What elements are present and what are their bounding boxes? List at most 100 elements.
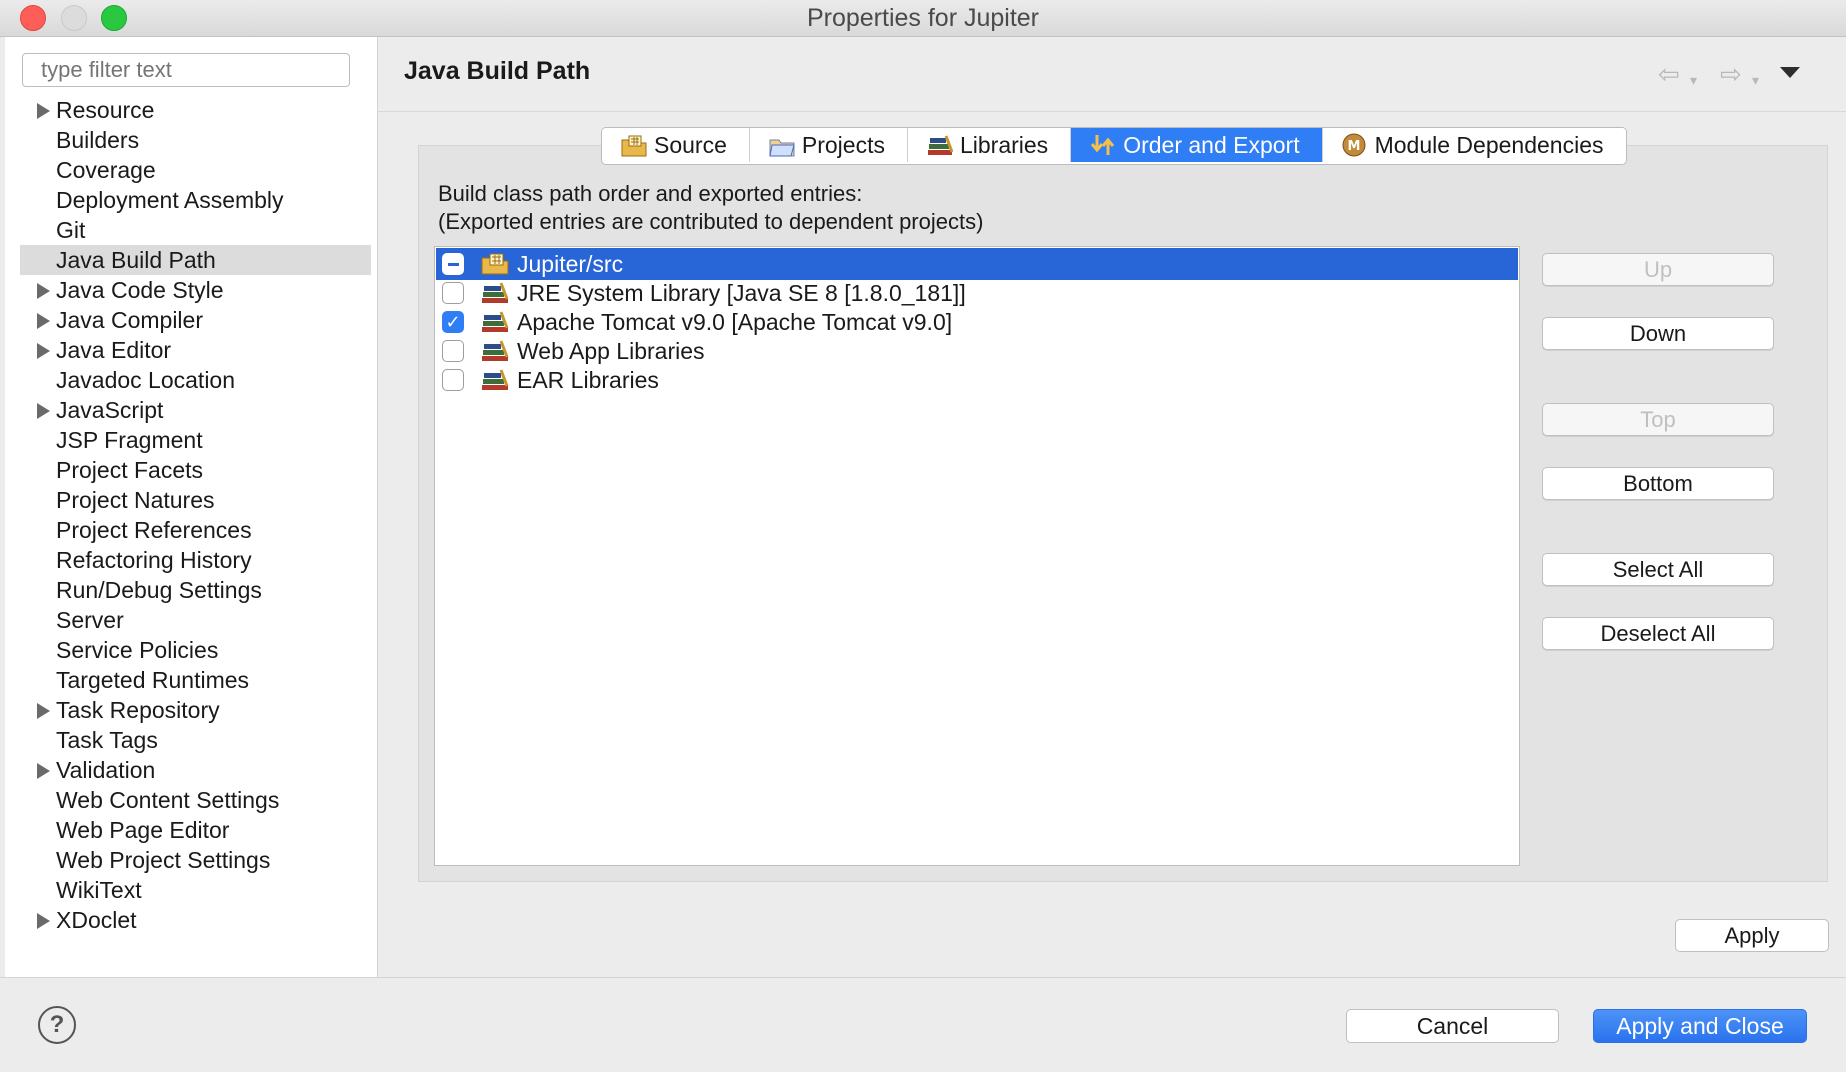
tree-item-task-tags[interactable]: Task Tags xyxy=(5,725,377,755)
tree-item-java-compiler[interactable]: Java Compiler xyxy=(5,305,377,335)
tree-item-builders[interactable]: Builders xyxy=(5,125,377,155)
tree-item-label: Project Natures xyxy=(56,487,215,513)
tree-item-label: Validation xyxy=(56,757,156,783)
tree-item-xdoclet[interactable]: XDoclet xyxy=(5,905,377,935)
list-item-apache-tomcat[interactable]: ✓ Apache Tomcat v9.0 [Apache Tomcat v9.0… xyxy=(436,306,1518,338)
export-checkbox[interactable] xyxy=(442,282,464,304)
tree-item-java-code-style[interactable]: Java Code Style xyxy=(5,275,377,305)
help-icon[interactable]: ? xyxy=(38,1006,76,1044)
tree-item-targeted-runtimes[interactable]: Targeted Runtimes xyxy=(5,665,377,695)
list-item-label: Jupiter/src xyxy=(517,251,624,277)
expand-arrow-icon[interactable] xyxy=(37,343,50,359)
page-title: Java Build Path xyxy=(404,57,591,85)
tab-libraries[interactable]: Libraries xyxy=(907,128,1072,162)
tab-source[interactable]: Source xyxy=(602,128,750,162)
tree-item-project-references[interactable]: Project References xyxy=(5,515,377,545)
library-icon xyxy=(480,339,510,363)
bottom-button[interactable]: Bottom xyxy=(1542,467,1774,500)
tree-item-label: Java Code Style xyxy=(56,277,224,303)
view-menu-icon[interactable] xyxy=(1780,67,1800,78)
list-item-web-app-libraries[interactable]: Web App Libraries xyxy=(436,335,1518,367)
library-icon xyxy=(480,281,510,305)
tree-item-run-debug-settings[interactable]: Run/Debug Settings xyxy=(5,575,377,605)
tab-label: Libraries xyxy=(959,132,1049,158)
tree-item-label: Deployment Assembly xyxy=(56,187,284,213)
expand-arrow-icon[interactable] xyxy=(37,103,50,119)
back-dropdown-icon[interactable]: ▾ xyxy=(1690,67,1697,93)
expand-arrow-icon[interactable] xyxy=(37,313,50,329)
page-navigation: ⇦ ▾ ⇨ ▾ xyxy=(1658,61,1828,88)
property-page-tree-pane: Resource Builders Coverage Deployment As… xyxy=(5,37,378,977)
tree-item-label: Git xyxy=(56,217,86,243)
tree-item-label: Resource xyxy=(56,97,155,123)
export-checkbox[interactable] xyxy=(442,369,464,391)
tree-item-refactoring-history[interactable]: Refactoring History xyxy=(5,545,377,575)
expand-arrow-icon[interactable] xyxy=(37,403,50,419)
tree-item-web-page-editor[interactable]: Web Page Editor xyxy=(5,815,377,845)
tree-item-label: Java Compiler xyxy=(56,307,203,333)
tree-item-label: JSP Fragment xyxy=(56,427,203,453)
apply-and-close-button[interactable]: Apply and Close xyxy=(1593,1009,1807,1043)
top-button[interactable]: Top xyxy=(1542,403,1774,436)
up-button[interactable]: Up xyxy=(1542,253,1774,286)
tree-item-server[interactable]: Server xyxy=(5,605,377,635)
tree-item-web-content-settings[interactable]: Web Content Settings xyxy=(5,785,377,815)
tree-item-deployment-assembly[interactable]: Deployment Assembly xyxy=(5,185,377,215)
tree-item-project-facets[interactable]: Project Facets xyxy=(5,455,377,485)
tree-item-project-natures[interactable]: Project Natures xyxy=(5,485,377,515)
libraries-icon xyxy=(926,132,954,158)
tab-label: Order and Export xyxy=(1123,132,1300,158)
tree-item-resource[interactable]: Resource xyxy=(5,95,377,125)
tree-item-git[interactable]: Git xyxy=(5,215,377,245)
order-export-icon xyxy=(1089,132,1117,158)
export-checkbox[interactable] xyxy=(442,340,464,362)
tree-item-wikitext[interactable]: WikiText xyxy=(5,875,377,905)
cancel-button[interactable]: Cancel xyxy=(1346,1009,1559,1043)
property-page-tree: Resource Builders Coverage Deployment As… xyxy=(5,95,377,935)
svg-text:M: M xyxy=(1347,139,1360,154)
back-arrow-icon[interactable]: ⇦ xyxy=(1658,61,1680,87)
tree-item-label: Java Build Path xyxy=(56,247,216,273)
tree-item-validation[interactable]: Validation xyxy=(5,755,377,785)
tree-item-label: Project Facets xyxy=(56,457,203,483)
expand-arrow-icon[interactable] xyxy=(37,913,50,929)
forward-arrow-icon[interactable]: ⇨ xyxy=(1720,61,1742,87)
tree-item-java-build-path[interactable]: Java Build Path xyxy=(20,245,371,275)
list-item-jupiter-src[interactable]: Jupiter/src xyxy=(436,248,1518,280)
expand-arrow-icon[interactable] xyxy=(37,763,50,779)
filter-input[interactable] xyxy=(22,53,350,87)
tree-item-web-project-settings[interactable]: Web Project Settings xyxy=(5,845,377,875)
tree-item-label: Java Editor xyxy=(56,337,172,363)
tree-item-coverage[interactable]: Coverage xyxy=(5,155,377,185)
select-all-button[interactable]: Select All xyxy=(1542,553,1774,586)
module-icon: M xyxy=(1341,132,1369,158)
tree-item-label: Run/Debug Settings xyxy=(56,577,262,603)
expand-arrow-icon[interactable] xyxy=(37,703,50,719)
tree-item-label: Service Policies xyxy=(56,637,219,663)
apply-button[interactable]: Apply xyxy=(1675,919,1829,952)
deselect-all-button[interactable]: Deselect All xyxy=(1542,617,1774,650)
classpath-entries-list[interactable]: Jupiter/src JRE System Library [Java SE … xyxy=(434,246,1520,866)
tree-item-label: WikiText xyxy=(56,877,142,903)
tree-item-javadoc-location[interactable]: Javadoc Location xyxy=(5,365,377,395)
list-item-ear-libraries[interactable]: EAR Libraries xyxy=(436,364,1518,396)
expand-arrow-icon[interactable] xyxy=(37,283,50,299)
tab-module-dependencies[interactable]: M Module Dependencies xyxy=(1322,128,1626,162)
forward-dropdown-icon[interactable]: ▾ xyxy=(1752,67,1759,93)
export-checkbox[interactable]: ✓ xyxy=(442,311,464,333)
tree-item-java-editor[interactable]: Java Editor xyxy=(5,335,377,365)
export-checkbox[interactable] xyxy=(442,253,464,275)
description-line-2: (Exported entries are contributed to dep… xyxy=(438,209,984,234)
tab-order-and-export[interactable]: Order and Export xyxy=(1071,128,1323,162)
tree-item-service-policies[interactable]: Service Policies xyxy=(5,635,377,665)
title-bar: Properties for Jupiter xyxy=(0,0,1846,37)
tree-item-task-repository[interactable]: Task Repository xyxy=(5,695,377,725)
tab-label: Projects xyxy=(801,132,885,158)
source-folder-icon xyxy=(620,132,648,158)
tree-item-javascript[interactable]: JavaScript xyxy=(5,395,377,425)
tab-projects[interactable]: Projects xyxy=(749,128,908,162)
list-item-jre-system-library[interactable]: JRE System Library [Java SE 8 [1.8.0_181… xyxy=(436,277,1518,309)
projects-folder-icon xyxy=(768,132,796,158)
tree-item-jsp-fragment[interactable]: JSP Fragment xyxy=(5,425,377,455)
down-button[interactable]: Down xyxy=(1542,317,1774,350)
